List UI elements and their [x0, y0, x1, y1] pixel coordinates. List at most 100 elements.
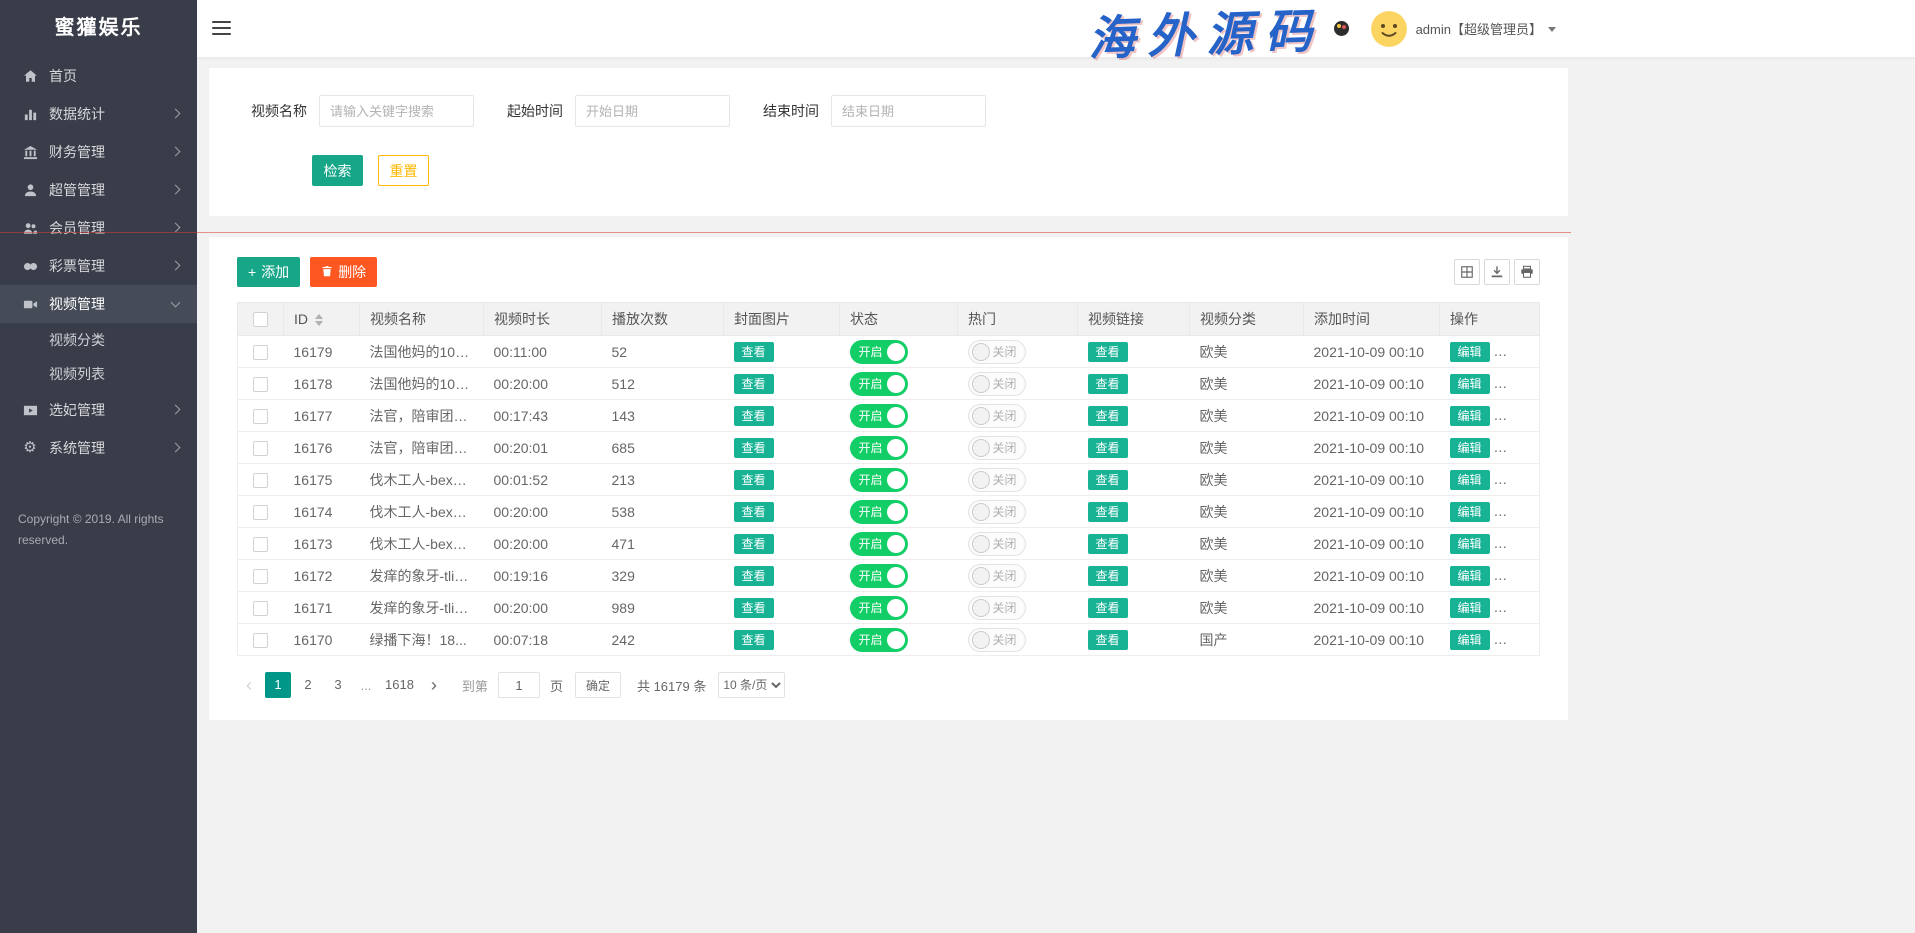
sidebar-item-home[interactable]: 首页: [0, 57, 197, 95]
row-checkbox[interactable]: [253, 537, 268, 552]
sidebar-item-statistics[interactable]: 数据统计: [0, 95, 197, 133]
status-toggle[interactable]: 开启: [850, 532, 908, 556]
row-checkbox[interactable]: [253, 633, 268, 648]
link-view-button[interactable]: 查看: [1088, 406, 1128, 426]
link-view-button[interactable]: 查看: [1088, 598, 1128, 618]
delete-row-button[interactable]: 删除: [1498, 470, 1538, 490]
sidebar-item-xuanfei[interactable]: 选妃管理: [0, 391, 197, 429]
export-icon[interactable]: [1484, 259, 1510, 285]
cover-view-button[interactable]: 查看: [734, 566, 774, 586]
delete-row-button[interactable]: 删除: [1498, 374, 1538, 394]
row-checkbox[interactable]: [253, 601, 268, 616]
search-button[interactable]: 检索: [312, 155, 363, 186]
video-name-input[interactable]: [319, 95, 474, 127]
cover-view-button[interactable]: 查看: [734, 534, 774, 554]
edit-button[interactable]: 编辑: [1450, 342, 1490, 362]
menu-toggle-icon[interactable]: [212, 21, 231, 39]
sidebar-item-superadmin[interactable]: 超管管理: [0, 171, 197, 209]
edit-button[interactable]: 编辑: [1450, 374, 1490, 394]
cover-view-button[interactable]: 查看: [734, 342, 774, 362]
row-checkbox[interactable]: [253, 569, 268, 584]
header-id[interactable]: ID: [284, 303, 360, 336]
per-page-select[interactable]: 10 条/页: [718, 672, 785, 698]
link-view-button[interactable]: 查看: [1088, 502, 1128, 522]
link-view-button[interactable]: 查看: [1088, 342, 1128, 362]
hot-toggle[interactable]: 关闭: [968, 436, 1026, 460]
hot-toggle[interactable]: 关闭: [968, 596, 1026, 620]
sidebar-item-video-category[interactable]: 视频分类: [0, 323, 197, 357]
edit-button[interactable]: 编辑: [1450, 470, 1490, 490]
row-checkbox[interactable]: [253, 409, 268, 424]
edit-button[interactable]: 编辑: [1450, 630, 1490, 650]
hot-toggle[interactable]: 关闭: [968, 340, 1026, 364]
row-checkbox[interactable]: [253, 505, 268, 520]
edit-button[interactable]: 编辑: [1450, 534, 1490, 554]
sort-icon[interactable]: [315, 314, 323, 326]
edit-button[interactable]: 编辑: [1450, 598, 1490, 618]
row-checkbox[interactable]: [253, 345, 268, 360]
page-button-3[interactable]: 3: [325, 672, 351, 698]
cover-view-button[interactable]: 查看: [734, 438, 774, 458]
status-toggle[interactable]: 开启: [850, 596, 908, 620]
sidebar-item-finance[interactable]: 财务管理: [0, 133, 197, 171]
row-checkbox[interactable]: [253, 473, 268, 488]
hot-toggle[interactable]: 关闭: [968, 372, 1026, 396]
sidebar-item-video-list[interactable]: 视频列表: [0, 357, 197, 391]
link-view-button[interactable]: 查看: [1088, 470, 1128, 490]
edit-button[interactable]: 编辑: [1450, 502, 1490, 522]
delete-row-button[interactable]: 删除: [1498, 406, 1538, 426]
end-date-input[interactable]: [831, 95, 986, 127]
sidebar-item-members[interactable]: 会员管理: [0, 209, 197, 247]
confirm-jump-button[interactable]: 确定: [575, 672, 621, 698]
sidebar-item-system[interactable]: ⚙ 系统管理: [0, 429, 197, 467]
hot-toggle[interactable]: 关闭: [968, 564, 1026, 588]
row-checkbox[interactable]: [253, 377, 268, 392]
page-button-2[interactable]: 2: [295, 672, 321, 698]
page-button-1[interactable]: 1: [265, 672, 291, 698]
edit-button[interactable]: 编辑: [1450, 438, 1490, 458]
avatar[interactable]: [1371, 11, 1407, 47]
edit-button[interactable]: 编辑: [1450, 566, 1490, 586]
cover-view-button[interactable]: 查看: [734, 406, 774, 426]
status-toggle[interactable]: 开启: [850, 404, 908, 428]
cover-view-button[interactable]: 查看: [734, 374, 774, 394]
link-view-button[interactable]: 查看: [1088, 374, 1128, 394]
sidebar-item-video-management[interactable]: 视频管理: [0, 285, 197, 323]
link-view-button[interactable]: 查看: [1088, 566, 1128, 586]
columns-icon[interactable]: [1454, 259, 1480, 285]
row-checkbox[interactable]: [253, 441, 268, 456]
status-toggle[interactable]: 开启: [850, 500, 908, 524]
hot-toggle[interactable]: 关闭: [968, 500, 1026, 524]
cover-view-button[interactable]: 查看: [734, 502, 774, 522]
delete-row-button[interactable]: 删除: [1498, 438, 1538, 458]
delete-row-button[interactable]: 删除: [1498, 502, 1538, 522]
select-all-checkbox[interactable]: [253, 312, 268, 327]
status-toggle[interactable]: 开启: [850, 340, 908, 364]
hot-toggle[interactable]: 关闭: [968, 628, 1026, 652]
page-button-last[interactable]: 1618: [381, 672, 418, 698]
theme-icon[interactable]: [1334, 21, 1349, 36]
status-toggle[interactable]: 开启: [850, 372, 908, 396]
cover-view-button[interactable]: 查看: [734, 630, 774, 650]
reset-button[interactable]: 重置: [378, 155, 429, 186]
prev-page-button[interactable]: ‹: [237, 672, 261, 698]
hot-toggle[interactable]: 关闭: [968, 468, 1026, 492]
add-button[interactable]: +添加: [237, 257, 300, 287]
batch-delete-button[interactable]: 删除: [310, 257, 377, 287]
status-toggle[interactable]: 开启: [850, 628, 908, 652]
delete-row-button[interactable]: 删除: [1498, 342, 1538, 362]
sidebar-item-lottery[interactable]: 彩票管理: [0, 247, 197, 285]
cover-view-button[interactable]: 查看: [734, 598, 774, 618]
status-toggle[interactable]: 开启: [850, 436, 908, 460]
delete-row-button[interactable]: 删除: [1498, 566, 1538, 586]
print-icon[interactable]: [1514, 259, 1540, 285]
hot-toggle[interactable]: 关闭: [968, 404, 1026, 428]
delete-row-button[interactable]: 删除: [1498, 630, 1538, 650]
next-page-button[interactable]: ›: [422, 672, 446, 698]
delete-row-button[interactable]: 删除: [1498, 598, 1538, 618]
jump-page-input[interactable]: [498, 672, 540, 698]
status-toggle[interactable]: 开启: [850, 564, 908, 588]
start-date-input[interactable]: [575, 95, 730, 127]
delete-row-button[interactable]: 删除: [1498, 534, 1538, 554]
username-label[interactable]: admin【超级管理员】: [1416, 19, 1542, 38]
